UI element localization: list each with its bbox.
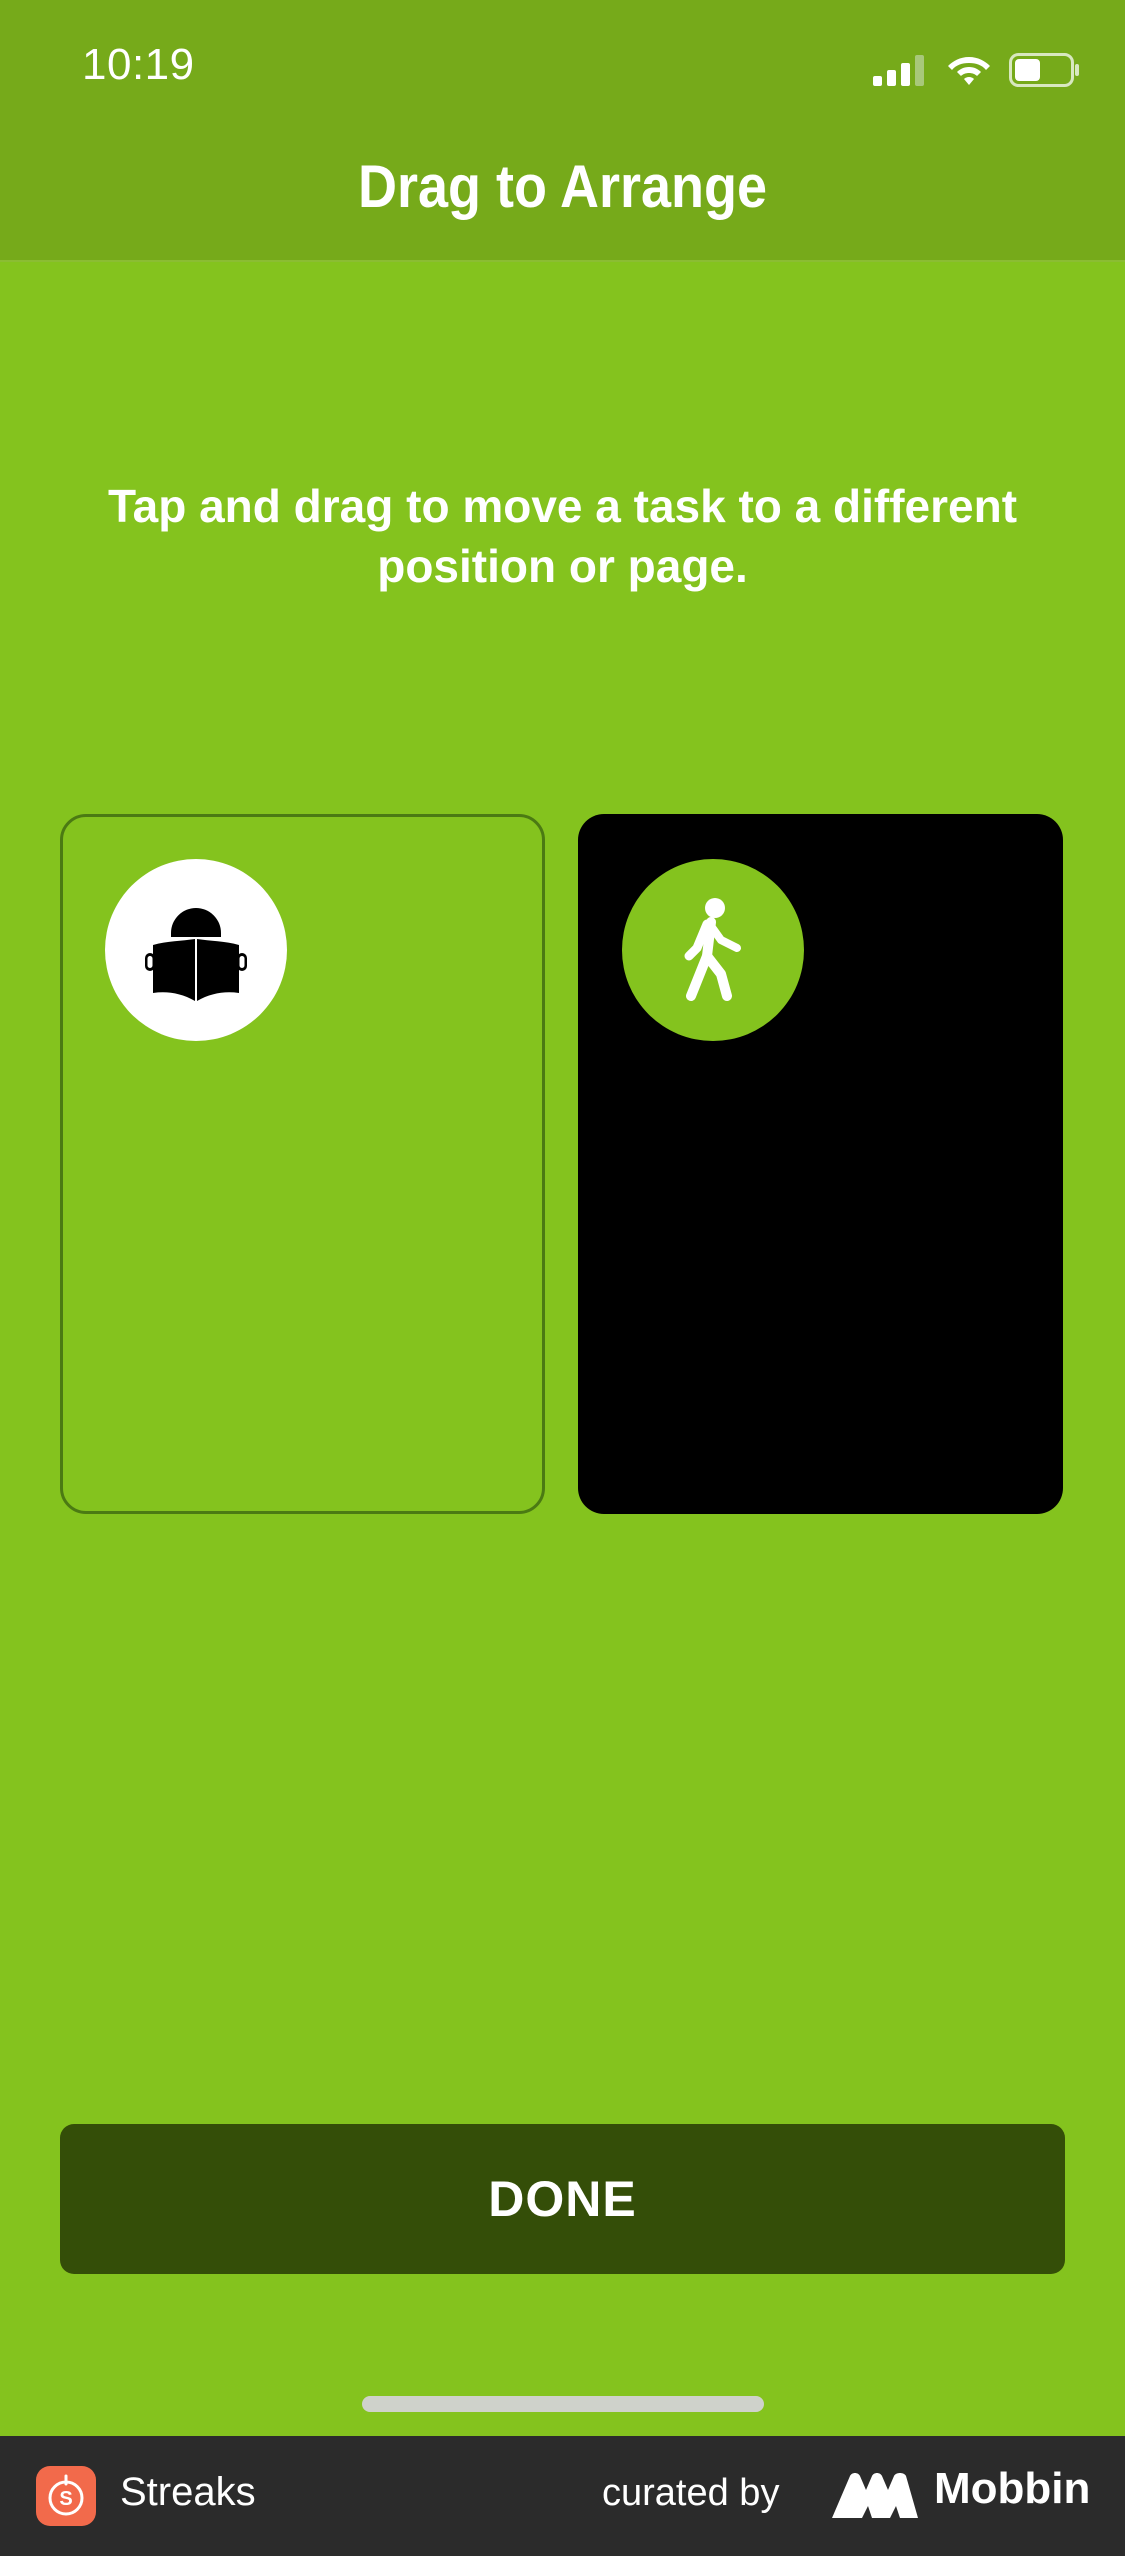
- reading-icon: [145, 908, 247, 1001]
- footer-app-name: Streaks: [120, 2470, 256, 2514]
- mobbin-logo-icon: [832, 2473, 918, 2518]
- walking-icon: [684, 898, 741, 1001]
- wifi-icon: [948, 57, 990, 85]
- task-icon-circle: [622, 859, 804, 1041]
- task-card-walking[interactable]: [578, 814, 1063, 1514]
- task-icon-circle: [105, 859, 287, 1041]
- home-indicator[interactable]: [362, 2396, 764, 2412]
- streaks-logo-icon: S: [48, 2474, 84, 2516]
- svg-text:S: S: [59, 2488, 72, 2510]
- instructions-text: Tap and drag to move a task to a differe…: [107, 480, 1018, 592]
- task-card-reading[interactable]: [60, 814, 545, 1514]
- status-icons: [873, 48, 1081, 92]
- footer-brand: Mobbin: [934, 2464, 1091, 2513]
- done-button[interactable]: DONE: [60, 2124, 1065, 2274]
- battery-icon: [1009, 53, 1079, 87]
- footer-bar: S Streaks curated by Mobbin: [0, 2436, 1125, 2556]
- page-title: Drag to Arrange: [357, 153, 768, 220]
- status-time: 10:19: [82, 40, 195, 89]
- streaks-app-icon: S: [36, 2466, 96, 2526]
- cellular-signal-icon: [873, 55, 924, 86]
- footer-curated-label: curated by: [602, 2472, 780, 2514]
- top-bar: 10:19 Drag to Arrange: [0, 0, 1125, 262]
